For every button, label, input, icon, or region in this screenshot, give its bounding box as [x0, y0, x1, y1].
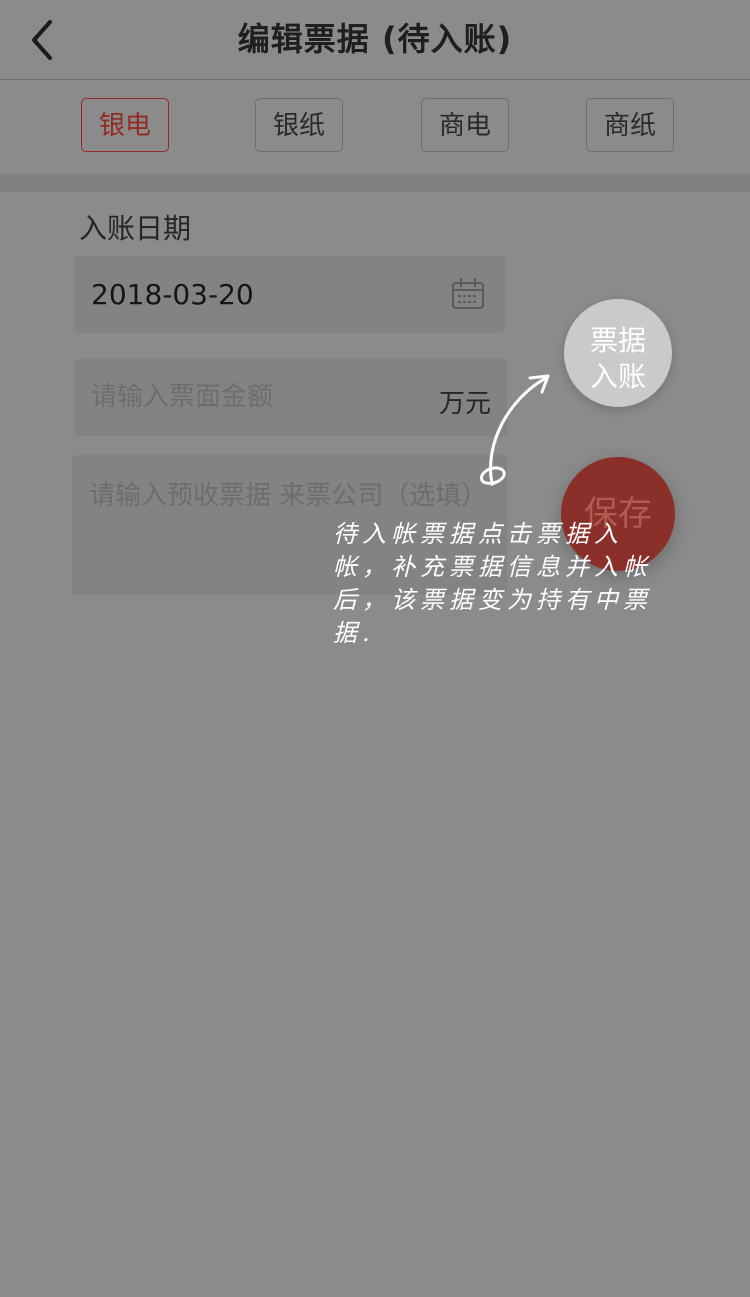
amount-placeholder: 请输入票面金额 — [91, 382, 274, 412]
ticket-post-label-line2: 入账 — [589, 360, 646, 393]
tab-commercial-electronic[interactable]: 商电 — [421, 98, 509, 152]
amount-input[interactable]: 请输入票面金额 万元 — [74, 359, 507, 436]
bill-type-tabs: 银电 银纸 商电 商纸 — [0, 80, 750, 174]
tab-bank-electronic[interactable]: 银电 — [81, 98, 169, 152]
curved-arrow-icon — [480, 374, 550, 486]
date-label: 入账日期 — [79, 212, 192, 245]
calendar-icon[interactable] — [451, 278, 485, 310]
tab-bank-paper[interactable]: 银纸 — [255, 98, 343, 152]
ticket-post-label-line1: 票据 — [589, 324, 646, 357]
ticket-post-button[interactable]: 票据 入账 — [564, 299, 672, 407]
section-divider — [0, 174, 750, 192]
tab-commercial-paper[interactable]: 商纸 — [586, 98, 674, 152]
date-field[interactable]: 2018-03-20 — [74, 256, 505, 333]
guide-tip-text: 待入帐票据点击票据入帐，补充票据信息并入帐后，该票据变为持有中票据. — [333, 520, 652, 647]
top-nav-bar: 编辑票据 (待入账) — [0, 0, 750, 80]
page-title: 编辑票据 (待入账) — [237, 20, 513, 58]
date-value: 2018-03-20 — [91, 278, 254, 311]
note-placeholder: 请输入预收票据 来票公司（选填） — [89, 481, 488, 511]
